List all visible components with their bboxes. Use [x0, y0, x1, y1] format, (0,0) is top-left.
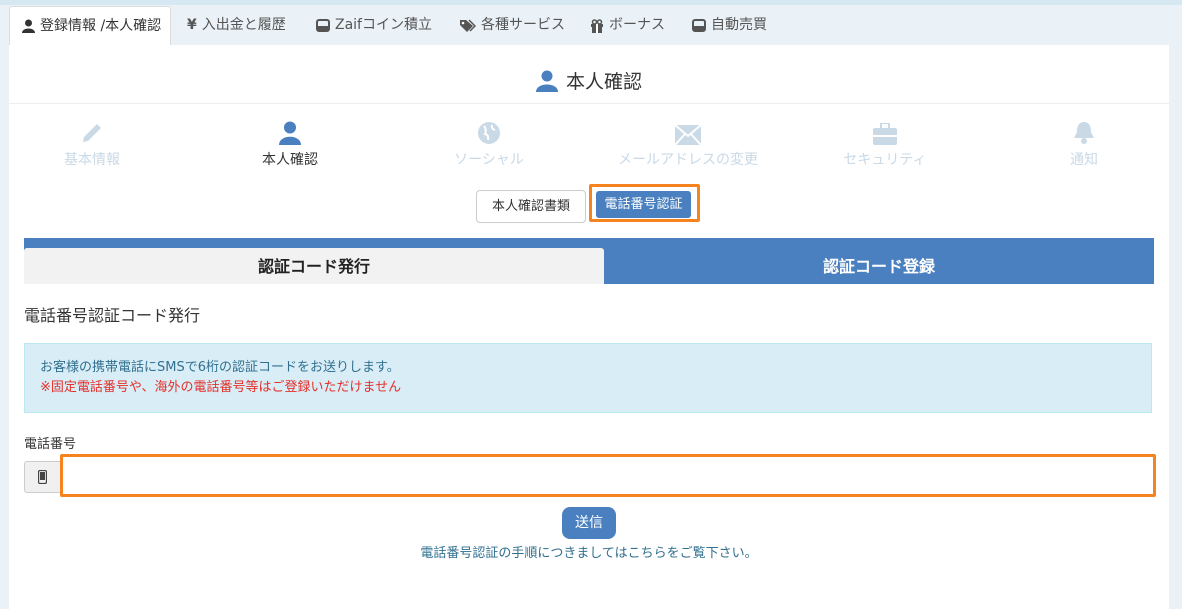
- tab-auto-trade[interactable]: 自動売買: [692, 6, 767, 45]
- user-icon: [22, 19, 35, 33]
- tab-bonus[interactable]: ボーナス: [590, 6, 665, 45]
- help-link[interactable]: 電話番号認証の手順につきましてはこちらをご覧下さい。: [9, 542, 1169, 561]
- content-panel: 本人確認 基本情報 本人確認 ソーシャル メールアドレスの変更 セキュリティ 通…: [9, 45, 1169, 609]
- tab-label: 自動売買: [711, 17, 767, 33]
- step-basic-info[interactable]: 基本情報: [12, 117, 172, 169]
- top-strip: [0, 0, 1182, 5]
- user-icon: [279, 121, 301, 145]
- phone-verification-highlight: 電話番号認証: [589, 184, 700, 222]
- step-label: セキュリティ: [843, 152, 927, 168]
- step-notifications[interactable]: 通知: [1004, 117, 1164, 169]
- tab-label: Zaifコイン積立: [335, 17, 432, 33]
- step-label: 本人確認: [262, 152, 318, 168]
- tab-services[interactable]: 各種サービス: [459, 6, 565, 45]
- tab-issue-code[interactable]: 認証コード発行: [24, 248, 604, 284]
- phone-input-highlight: [60, 454, 1156, 497]
- send-button[interactable]: 送信: [562, 507, 616, 539]
- tags-icon: [460, 19, 476, 32]
- globe-icon: [478, 122, 500, 144]
- phone-number-input[interactable]: [63, 457, 1153, 494]
- phone-addon: [24, 461, 61, 493]
- inbox-icon: [316, 19, 330, 32]
- inbox-icon: [692, 19, 706, 32]
- tab-register-code[interactable]: 認証コード登録: [604, 248, 1154, 284]
- yen-icon: ¥: [187, 17, 197, 33]
- gift-icon: [591, 18, 603, 33]
- tab-label: ボーナス: [609, 17, 665, 33]
- briefcase-icon: [873, 123, 897, 145]
- info-alert: お客様の携帯電話にSMSで6桁の認証コードをお送りします。 ※固定電話番号や、海…: [24, 343, 1152, 413]
- section-title: 電話番号認証コード発行: [24, 306, 201, 325]
- main-tab-bar: 登録情報 /本人確認 ¥ 入出金と履歴 Zaifコイン積立 各種サービス ボーナ…: [0, 6, 1182, 45]
- tab-deposit-history[interactable]: ¥ 入出金と履歴: [187, 6, 286, 45]
- mobile-phone-icon: [38, 470, 47, 484]
- step-label: ソーシャル: [454, 152, 524, 168]
- tab-label: 入出金と履歴: [201, 17, 286, 33]
- step-label: メールアドレスの変更: [618, 152, 758, 168]
- phone-verification-button[interactable]: 電話番号認証: [596, 191, 691, 218]
- tab-label: 登録情報 /本人確認: [40, 17, 162, 34]
- step-identity[interactable]: 本人確認: [210, 117, 370, 169]
- identity-document-button[interactable]: 本人確認書類: [476, 190, 586, 223]
- page-title: 本人確認: [9, 67, 1169, 94]
- step-email-change[interactable]: メールアドレスの変更: [608, 117, 768, 169]
- code-segment-bar: 認証コード発行 認証コード登録: [24, 238, 1154, 284]
- pencil-icon: [83, 124, 101, 142]
- step-security[interactable]: セキュリティ: [805, 117, 965, 169]
- step-label: 基本情報: [64, 152, 120, 168]
- info-text: お客様の携帯電話にSMSで6桁の認証コードをお送りします。: [40, 360, 400, 375]
- step-label: 通知: [1070, 152, 1098, 168]
- bell-icon: [1074, 122, 1094, 144]
- divider: [9, 103, 1169, 104]
- warning-text: ※固定電話番号や、海外の電話番号等はご登録いただけません: [40, 380, 402, 395]
- step-social[interactable]: ソーシャル: [409, 117, 569, 169]
- envelope-icon: [675, 125, 701, 145]
- tab-account-verification[interactable]: 登録情報 /本人確認: [9, 6, 171, 45]
- user-icon: [535, 70, 558, 92]
- tab-zaif-coin[interactable]: Zaifコイン積立: [316, 6, 432, 45]
- tab-label: 各種サービス: [481, 17, 565, 33]
- page-title-text: 本人確認: [565, 71, 642, 93]
- phone-field-label: 電話番号: [24, 437, 77, 452]
